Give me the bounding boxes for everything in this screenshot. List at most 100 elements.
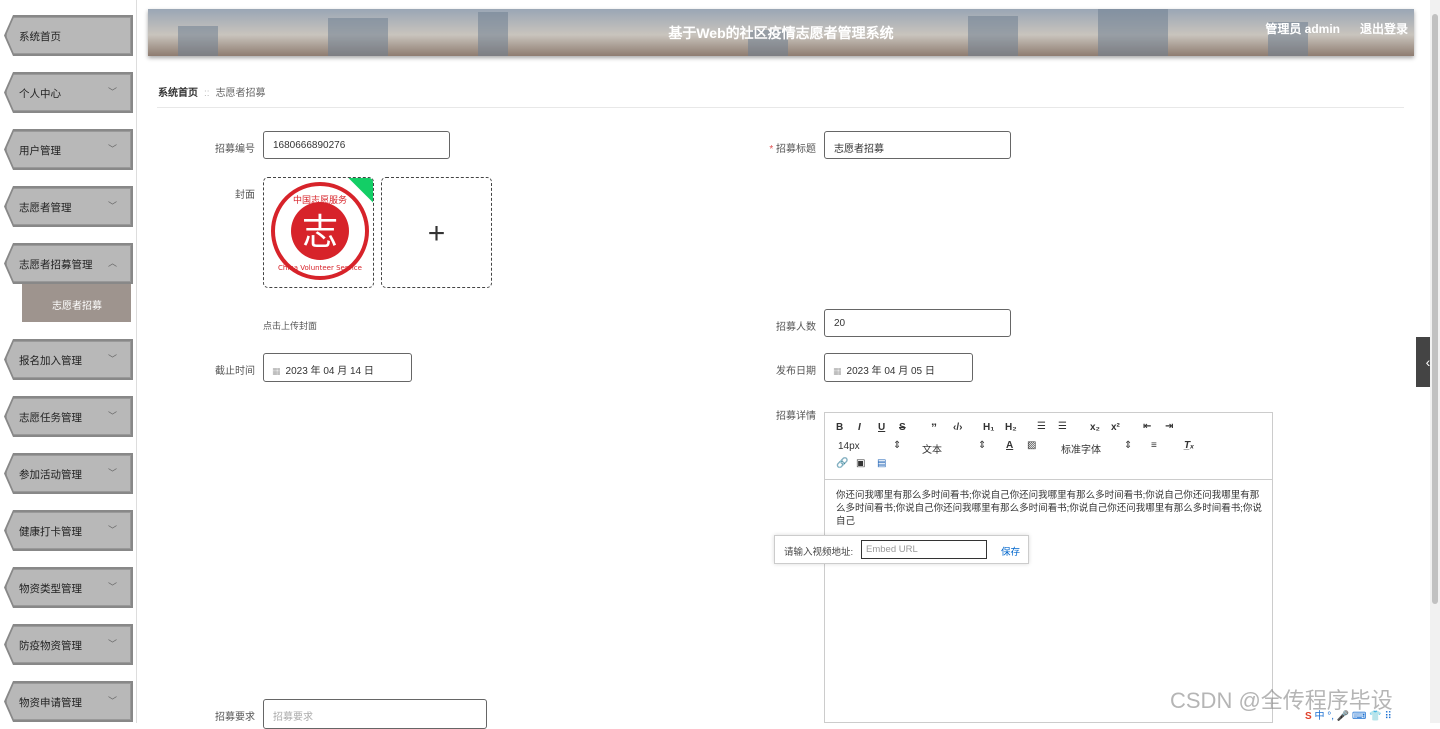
font-family-select[interactable]: 标准字体: [1061, 441, 1101, 456]
image-icon[interactable]: ▣: [856, 458, 865, 469]
cover-image[interactable]: 志 中国志愿服务 China Volunteer Service: [263, 177, 374, 288]
ime-toolbar[interactable]: S 中 °, 🎤 ⌨ 👕 ⠿: [1305, 707, 1392, 723]
breadcrumb: 系统首页:: 志愿者招募: [158, 84, 266, 99]
strike-button[interactable]: S: [899, 422, 906, 433]
breadcrumb-separator: ::: [204, 88, 210, 99]
divider: [157, 107, 1404, 108]
outdent-icon[interactable]: ⇤: [1143, 421, 1151, 432]
sidebar-item[interactable]: 物资类型管理 ﹀: [6, 569, 131, 606]
page-scrollbar[interactable]: [1430, 0, 1440, 723]
calendar-icon: ▦: [272, 366, 281, 376]
font-family-arrows-icon: ⇕: [1124, 440, 1133, 451]
sidebar-item[interactable]: 参加活动管理 ﹀: [6, 455, 131, 492]
deadline-label: 截止时间: [215, 366, 255, 377]
sidebar-item[interactable]: 志愿任务管理 ﹀: [6, 398, 131, 435]
plus-icon: +: [427, 217, 446, 250]
ime-status: 中 °, 🎤 ⌨ 👕 ⠿: [1314, 711, 1392, 722]
clear-format-icon[interactable]: T̲ₓ: [1184, 440, 1194, 451]
user-label: 管理员 admin: [1265, 22, 1340, 36]
sidebar-subitem-volunteer-recruit[interactable]: 志愿者招募: [22, 284, 131, 322]
sidebar-item[interactable]: 用户管理 ﹀: [6, 131, 131, 168]
sidebar-subitem-label: 志愿者招募: [52, 301, 102, 312]
sidebar-item[interactable]: 健康打卡管理 ﹀: [6, 512, 131, 549]
sidebar: 系统首页 个人中心 ﹀ 用户管理 ﹀ 志愿者管理 ﹀ 志愿者招募管理 ︿ 报名加入管理 ﹀ 志愿任务管…: [0, 0, 137, 723]
paragraph-arrows-icon: ⇕: [978, 440, 987, 451]
link-icon[interactable]: 🔗: [836, 458, 848, 469]
paragraph-select[interactable]: 文本: [922, 441, 942, 456]
chevron-down-icon: ﹀: [107, 696, 117, 706]
recruit-no-label: 招募编号: [215, 144, 255, 155]
indent-icon[interactable]: ⇥: [1165, 421, 1173, 432]
editor-content[interactable]: 你还问我哪里有那么多时间看书;你说自己你还问我哪里有那么多时间看书;你说自己你还…: [836, 489, 1264, 528]
recruit-no-input[interactable]: 1680666890276: [263, 131, 450, 159]
requirement-input[interactable]: 招募要求: [263, 699, 487, 729]
chevron-down-icon: ﹀: [107, 639, 117, 649]
underline-button[interactable]: U: [878, 422, 885, 433]
sidebar-item-label: 物资申请管理: [19, 697, 82, 709]
background-color-icon[interactable]: ▨: [1027, 440, 1036, 451]
video-url-input[interactable]: Embed URL: [861, 540, 987, 559]
scrollbar-thumb[interactable]: [1432, 14, 1438, 604]
sidebar-item-label: 志愿者管理: [19, 202, 72, 214]
sidebar-item-label: 志愿者招募管理: [19, 259, 93, 271]
breadcrumb-current: 志愿者招募: [215, 88, 266, 99]
italic-button[interactable]: I: [858, 422, 861, 433]
logout-link[interactable]: 退出登录: [1360, 20, 1408, 37]
detail-label: 招募详情: [776, 411, 816, 422]
quote-icon[interactable]: ”: [931, 421, 937, 435]
ime-logo-icon: S: [1305, 711, 1312, 722]
video-url-save-button[interactable]: 保存: [1001, 544, 1020, 558]
chevron-down-icon: ﹀: [107, 468, 117, 478]
recruit-count-input[interactable]: 20: [824, 309, 1011, 337]
sidebar-item-label: 物资类型管理: [19, 583, 82, 595]
chevron-down-icon: ﹀: [107, 411, 117, 421]
svg-text:中国志愿服务: 中国志愿服务: [293, 194, 347, 206]
sidebar-item[interactable]: 系统首页: [6, 17, 131, 54]
video-url-tooltip: 请输入视频地址: Embed URL 保存: [774, 535, 1029, 564]
sidebar-item[interactable]: 防疫物资管理 ﹀: [6, 626, 131, 663]
code-icon[interactable]: ‹/›: [953, 422, 962, 433]
sidebar-item[interactable]: 个人中心 ﹀: [6, 74, 131, 111]
deadline-value: 2023 年 04 月 14 日: [285, 366, 374, 377]
ordered-list-icon[interactable]: ☰: [1037, 421, 1046, 432]
bullet-list-icon[interactable]: ☰: [1058, 421, 1067, 432]
chevron-down-icon: ﹀: [107, 201, 117, 211]
h1-button[interactable]: H₁: [983, 422, 994, 433]
superscript-button[interactable]: x²: [1111, 422, 1120, 433]
sidebar-item-label: 个人中心: [19, 88, 61, 100]
subscript-button[interactable]: x₂: [1090, 422, 1100, 433]
sidebar-item-label: 报名加入管理: [19, 355, 82, 367]
chevron-down-icon: ﹀: [107, 525, 117, 535]
video-url-label: 请输入视频地址:: [784, 547, 854, 558]
sidebar-item[interactable]: 志愿者招募管理 ︿: [6, 245, 131, 282]
recruit-title-label: * 招募标题: [769, 144, 816, 155]
cover-upload-button[interactable]: +: [381, 177, 492, 288]
rich-text-editor[interactable]: B I U S ” ‹/› H₁ H₂ ☰ ☰ x₂ x² ⇤ ⇥ 14px ⇕…: [824, 412, 1273, 723]
h2-button[interactable]: H₂: [1005, 422, 1017, 433]
deadline-picker[interactable]: ▦ 2023 年 04 月 14 日: [263, 353, 412, 382]
sidebar-item[interactable]: 报名加入管理 ﹀: [6, 341, 131, 378]
font-size-select[interactable]: 14px: [838, 441, 860, 452]
sidebar-item-label: 健康打卡管理: [19, 526, 82, 538]
font-color-icon[interactable]: A: [1006, 440, 1013, 451]
bold-button[interactable]: B: [836, 422, 843, 433]
app-title: 基于Web的社区疫情志愿者管理系统: [668, 25, 894, 41]
publish-date-picker[interactable]: ▦ 2023 年 04 月 05 日: [824, 353, 973, 382]
sidebar-item[interactable]: 志愿者管理 ﹀: [6, 188, 131, 225]
chevron-down-icon: ﹀: [107, 87, 117, 97]
chevron-down-icon: ﹀: [107, 582, 117, 592]
volunteer-logo-icon: 志 中国志愿服务 China Volunteer Service: [271, 182, 369, 280]
sidebar-item-label: 志愿任务管理: [19, 412, 82, 424]
header-banner: 基于Web的社区疫情志愿者管理系统 管理员 admin 退出登录: [148, 9, 1414, 56]
align-icon[interactable]: ≡: [1151, 440, 1157, 451]
sidebar-item[interactable]: 物资申请管理 ﹀: [6, 683, 131, 720]
video-icon[interactable]: ▤: [877, 458, 886, 469]
toolbar-divider: [825, 479, 1272, 480]
recruit-title-input[interactable]: 志愿者招募: [824, 131, 1011, 159]
sidebar-item-label: 参加活动管理: [19, 469, 82, 481]
chevron-down-icon: ﹀: [107, 144, 117, 154]
chevron-down-icon: ﹀: [107, 354, 117, 364]
breadcrumb-home[interactable]: 系统首页: [158, 88, 198, 99]
recruit-count-label: 招募人数: [776, 322, 816, 333]
chevron-up-icon: ︿: [107, 258, 117, 268]
